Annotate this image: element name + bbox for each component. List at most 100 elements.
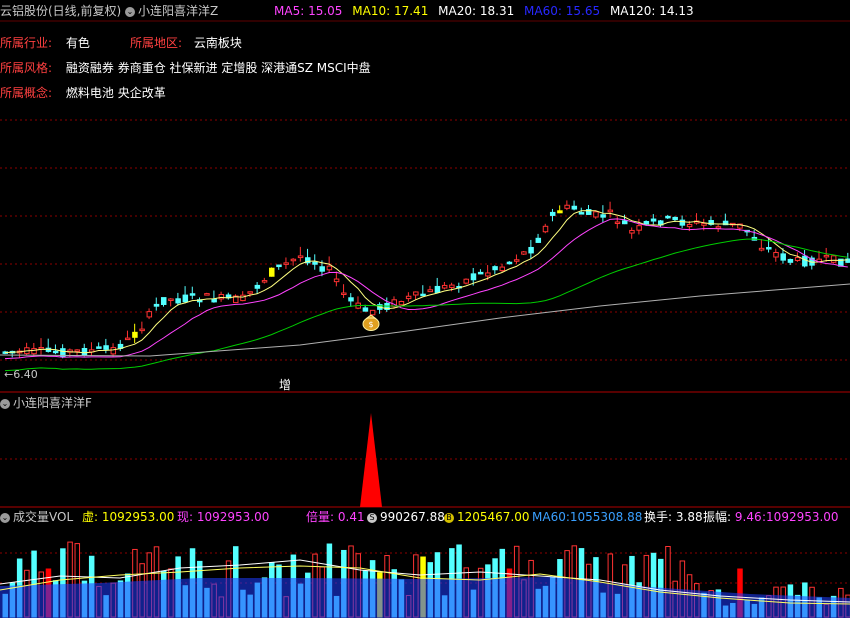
candle <box>614 221 621 225</box>
style-value: 融资融券 券商重仓 社保新进 定增股 深港通SZ MSCI中盘 <box>65 61 371 75</box>
candle <box>52 350 59 354</box>
candle <box>557 210 563 214</box>
candle <box>81 347 88 356</box>
candle <box>600 214 606 218</box>
candle <box>571 205 578 210</box>
candle <box>715 226 722 229</box>
concept-value: 燃料电池 央企改革 <box>65 86 166 100</box>
candle <box>204 293 210 296</box>
candle <box>261 280 268 283</box>
candle <box>629 229 635 234</box>
industry-value: 有色 <box>65 36 90 50</box>
candle <box>766 247 772 250</box>
candle <box>665 215 671 219</box>
candle <box>499 266 506 272</box>
candle <box>643 220 650 225</box>
panel2-header[interactable]: ⌄ 小连阳喜洋洋F <box>0 394 92 411</box>
amplitude: 振幅: 9.46 <box>703 510 762 524</box>
candle <box>578 212 585 215</box>
region-value: 云南板块 <box>193 36 242 50</box>
candle <box>521 251 527 255</box>
ma60-volume: MA60:1055308.88 <box>532 510 643 524</box>
candle <box>398 300 405 306</box>
volume-ma-band <box>0 577 850 618</box>
candle <box>254 284 261 289</box>
candle <box>146 311 153 318</box>
candle <box>441 284 448 289</box>
svg-text:$: $ <box>368 320 373 329</box>
candle <box>182 294 189 303</box>
ratio-volume: 倍量: 0.41 <box>306 510 365 524</box>
candle <box>485 272 491 277</box>
candle <box>269 267 275 277</box>
volume-tail-value: :1092953.00 <box>762 510 839 524</box>
buy-volume: B 1205467.00 <box>444 509 530 525</box>
candle <box>794 257 801 261</box>
chevron-down-icon[interactable]: ⌄ <box>125 6 135 17</box>
candle <box>297 255 304 259</box>
candle <box>787 258 794 263</box>
candle <box>549 211 556 216</box>
region-row: 所属地区: 云南板块 <box>130 34 242 51</box>
candle <box>362 307 369 312</box>
candle <box>463 278 470 284</box>
indicator-name: 小连阳喜洋洋Z <box>138 4 219 18</box>
candle <box>492 266 498 271</box>
candle <box>132 331 138 338</box>
ma5-readout: MA5: 15.05 <box>274 4 343 18</box>
style-row: 所属风格: 融资融券 券商重仓 社保新进 定增股 深港通SZ MSCI中盘 <box>0 59 371 76</box>
candle <box>341 292 347 296</box>
volume-header: ⌄ 成交量VOL <box>0 509 73 525</box>
candle <box>434 285 441 293</box>
concept-row: 所属概念: 燃料电池 央企改革 <box>0 84 166 101</box>
low-price-label: ←6.40 <box>4 368 38 381</box>
industry-label: 所属行业: <box>0 36 53 50</box>
candle <box>211 298 217 303</box>
chevron-down-icon[interactable]: ⌄ <box>0 398 10 409</box>
candle <box>773 251 779 258</box>
candle <box>124 337 131 341</box>
turnover: 换手: 3.88 <box>644 510 703 524</box>
candle <box>758 247 765 251</box>
indicator-menu[interactable]: ⌄ 小连阳喜洋洋Z <box>125 2 218 20</box>
candle <box>348 297 354 302</box>
candle <box>405 295 412 300</box>
ma60-readout: MA60: 15.65 <box>524 4 601 18</box>
candle <box>802 255 808 267</box>
signal-spike <box>360 413 382 507</box>
virtual-volume: 虚: 1092953.00 <box>82 510 175 524</box>
region-label: 所属地区: <box>130 36 183 50</box>
candle <box>564 204 570 209</box>
candle <box>650 218 657 222</box>
volume-indicator-name: 成交量VOL <box>13 510 74 524</box>
candle <box>607 209 614 213</box>
candle <box>96 346 102 349</box>
sell-circle-icon: S <box>367 512 377 523</box>
concept-label: 所属概念: <box>0 86 53 100</box>
candle <box>427 289 433 293</box>
candle <box>506 261 513 265</box>
candle <box>535 237 542 243</box>
candle <box>168 298 174 301</box>
candle <box>290 258 297 262</box>
candle <box>449 284 455 288</box>
chevron-down-icon[interactable]: ⌄ <box>0 512 10 523</box>
increase-marker: 增 <box>279 378 292 392</box>
candle <box>823 254 830 258</box>
candle <box>333 278 340 283</box>
ma5-line <box>4 210 848 354</box>
industry-row: 所属行业: 有色 <box>0 34 90 51</box>
candle <box>413 291 419 296</box>
ma60-line <box>4 238 848 372</box>
candle <box>528 246 534 254</box>
ma120-readout: MA120: 14.13 <box>609 4 694 18</box>
candle <box>110 347 117 355</box>
candle <box>780 253 786 261</box>
candle <box>477 271 484 275</box>
candle <box>830 255 837 263</box>
style-label: 所属风格: <box>0 61 53 75</box>
candle <box>319 266 325 272</box>
candle <box>636 225 642 231</box>
candle <box>621 220 628 225</box>
candle <box>247 291 253 294</box>
